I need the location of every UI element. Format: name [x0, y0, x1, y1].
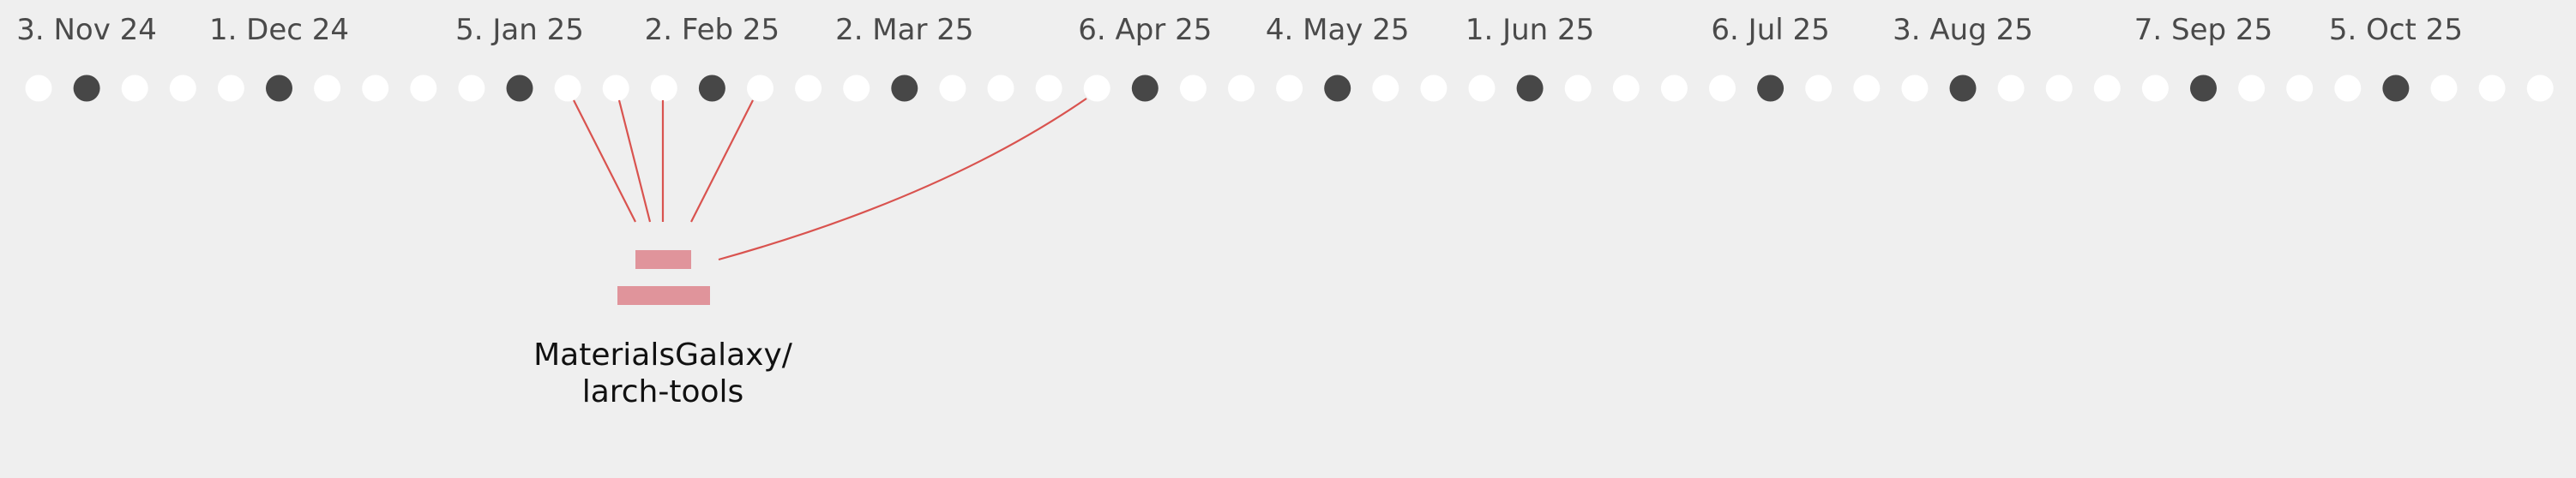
week-dot [2141, 75, 2169, 102]
month-label: 2. Mar 25 [835, 13, 973, 47]
month-start-dot [73, 75, 100, 102]
week-dot [939, 75, 966, 102]
month-start-dot [698, 75, 725, 102]
week-dot [410, 75, 437, 102]
month-label: 6. Apr 25 [1078, 13, 1212, 47]
week-dot [2238, 75, 2266, 102]
month-start-dot [1516, 75, 1544, 102]
month-label: 1. Dec 24 [209, 13, 349, 47]
month-start-dot [1131, 75, 1159, 102]
month-label: 4. May 25 [1266, 13, 1410, 47]
timeline-canvas: 3. Nov 24 1. Dec 24 5. Jan 25 2. Feb 25 2. M… [16, 13, 2554, 409]
repository-icon [617, 250, 710, 305]
week-dot [458, 75, 485, 102]
week-dot [843, 75, 870, 102]
week-dot [1612, 75, 1640, 102]
repository-name-line1: MaterialsGalaxy/ [533, 338, 793, 373]
month-start-dot [891, 75, 918, 102]
week-dot [121, 75, 148, 102]
week-dot [602, 75, 629, 102]
week-dot [747, 75, 773, 102]
month-start-dot [1324, 75, 1351, 102]
week-dot [987, 75, 1014, 102]
week-dot [1035, 75, 1062, 102]
week-dot [1179, 75, 1207, 102]
month-label: 3. Aug 25 [1893, 13, 2033, 47]
week-dot [2045, 75, 2073, 102]
month-labels: 3. Nov 24 1. Dec 24 5. Jan 25 2. Feb 25 2. M… [16, 13, 2463, 47]
week-dot [2478, 75, 2506, 102]
month-start-dot [2190, 75, 2217, 102]
week-dots [25, 75, 2554, 102]
week-dot [314, 75, 341, 102]
connector-line [718, 98, 1087, 261]
week-dot [217, 75, 244, 102]
month-start-dot [1949, 75, 1977, 102]
week-dot [1468, 75, 1496, 102]
month-label: 7. Sep 25 [2134, 13, 2272, 47]
month-label: 5. Oct 25 [2329, 13, 2463, 47]
timeline-diagram: 3. Nov 24 1. Dec 24 5. Jan 25 2. Feb 25 2. M… [0, 0, 2576, 478]
week-dot [1420, 75, 1447, 102]
month-label: 3. Nov 24 [16, 13, 157, 47]
week-dot [1564, 75, 1592, 102]
week-dot [2334, 75, 2362, 102]
month-label: 2. Feb 25 [645, 13, 780, 47]
month-start-dot [1757, 75, 1785, 102]
week-dot [2286, 75, 2314, 102]
month-label: 1. Jun 25 [1466, 13, 1594, 47]
week-dot [1660, 75, 1688, 102]
month-label: 6. Jul 25 [1711, 13, 1829, 47]
week-dot [1228, 75, 1255, 102]
week-dot [1901, 75, 1929, 102]
month-label: 5. Jan 25 [455, 13, 584, 47]
week-dot [1372, 75, 1399, 102]
month-start-dot [266, 75, 292, 102]
connector-line [617, 99, 652, 223]
connector-line [573, 99, 636, 223]
week-dot [1853, 75, 1881, 102]
week-dot [1805, 75, 1833, 102]
month-start-dot [506, 75, 533, 102]
week-dot [1276, 75, 1303, 102]
week-dot [1709, 75, 1736, 102]
week-dot [554, 75, 581, 102]
week-dot [169, 75, 196, 102]
week-dot [2430, 75, 2458, 102]
contribution-connectors [573, 98, 1087, 261]
repository-node[interactable]: MaterialsGalaxy/ larch-tools [533, 250, 793, 409]
week-dot [362, 75, 389, 102]
month-start-dot [2382, 75, 2410, 102]
week-dot [650, 75, 677, 102]
week-dot [795, 75, 822, 102]
week-dot [25, 75, 52, 102]
week-dot [2526, 75, 2554, 102]
week-dot [1083, 75, 1110, 102]
week-dot [2093, 75, 2121, 102]
connector-line [690, 99, 754, 223]
repository-name-line2: larch-tools [582, 374, 744, 409]
week-dot [1997, 75, 2025, 102]
